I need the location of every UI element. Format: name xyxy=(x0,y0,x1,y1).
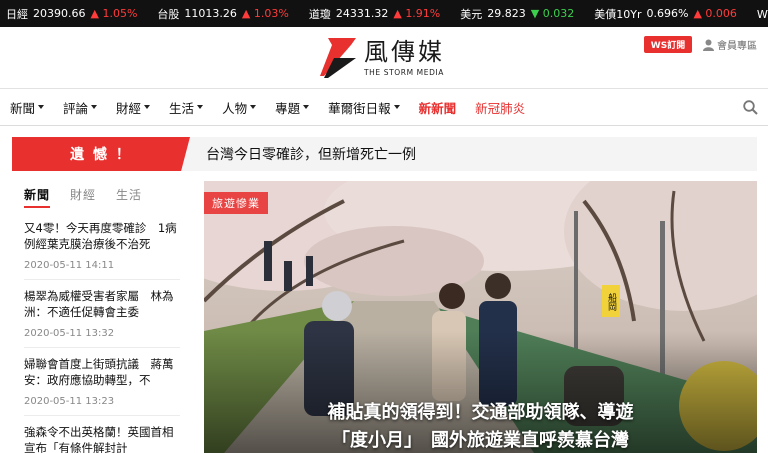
site-header: 風傳媒 THE STORM MEDIA WS訂閱 會員專區 xyxy=(0,27,768,89)
market-ticker: 日經 20390.66 ▲ 1.05% 台股 11013.26 ▲ 1.03% 道瓊 24… xyxy=(0,0,768,27)
list-item[interactable]: 楊翠為威權受害者家屬 林為洲：不適任促轉會主委 2020-05-11 13:32 xyxy=(24,288,180,348)
ticker-value: 0.696% xyxy=(646,7,689,20)
arrow-up-icon: ▲ xyxy=(241,7,251,20)
ticker-change: ▼ 0.032 xyxy=(530,7,575,20)
nav-item-life[interactable]: 生活 xyxy=(169,98,204,117)
hero-title-line2[interactable]: 「度小月」 國外旅遊業直呼羨慕台灣 xyxy=(204,427,757,453)
ticker-name: 台股 xyxy=(157,7,180,21)
divider xyxy=(24,347,180,348)
divider xyxy=(24,415,180,416)
caret-down-icon xyxy=(393,105,400,109)
ticker-value: 20390.66 xyxy=(33,7,86,20)
nav-item-topics[interactable]: 專題 xyxy=(275,98,310,117)
ticker-item[interactable]: 道瓊 24331.32 ▲ 1.91% xyxy=(309,6,440,22)
hero-story[interactable]: 船岡 旅遊慘業 補貼真的領得到！交通部助領隊、導遊 「度小月」 國外旅遊業直呼羨… xyxy=(204,181,757,453)
side-tabs: 新聞 財經 生活 xyxy=(24,186,162,208)
search-icon[interactable] xyxy=(743,100,758,115)
main-nav: 新聞 評論 財經 生活 人物 專題 華爾街日報 新新聞 新冠肺炎 xyxy=(0,89,768,126)
list-item[interactable]: 強森令不出英格蘭！英國首相宣布「有條件解封計 xyxy=(24,424,180,453)
list-item-title[interactable]: 楊翠為威權受害者家屬 林為洲：不適任促轉會主委 xyxy=(24,288,180,320)
caret-down-icon xyxy=(38,105,45,109)
tab-news[interactable]: 新聞 xyxy=(24,186,51,208)
breaking-news-bar[interactable]: 遺 憾 ！ 台灣今日零確診，但新增死亡一例 xyxy=(12,137,757,171)
list-item-date: 2020-05-11 14:11 xyxy=(24,260,115,271)
ticker-value: 24331.32 xyxy=(335,7,389,20)
ticker-value: 29.823 xyxy=(487,7,526,20)
hero-category-badge[interactable]: 旅遊慘業 xyxy=(204,192,268,214)
list-item[interactable]: 又4零！今天再度零確診 1病例經葉克膜治療後不治死 2020-05-11 14:… xyxy=(24,220,180,280)
storm-logo-icon xyxy=(320,38,356,78)
ticker-change: ▲ 0.006 xyxy=(693,7,737,20)
arrow-up-icon: ▲ xyxy=(393,7,402,20)
ticker-item[interactable]: 美元 29.823 ▼ 0.032 xyxy=(460,6,574,22)
list-item[interactable]: 婦聯會首度上街頭抗議 蔣萬安：政府應協助轉型，不 2020-05-11 13:2… xyxy=(24,356,180,416)
caret-down-icon xyxy=(250,105,257,109)
arrow-up-icon: ▲ xyxy=(90,7,99,20)
breaking-tag: 遺 憾 ！ xyxy=(12,137,190,171)
ticker-name: 道瓊 xyxy=(308,7,331,21)
ticker-name: 美元 xyxy=(460,7,483,21)
list-item-title[interactable]: 強森令不出英格蘭！英國首相宣布「有條件解封計 xyxy=(24,424,180,453)
ticker-item[interactable]: WTI原 xyxy=(757,6,768,22)
list-item-title[interactable]: 又4零！今天再度零確診 1病例經葉克膜治療後不治死 xyxy=(24,220,180,252)
ticker-value: 11013.26 xyxy=(184,7,237,20)
side-news-list: 又4零！今天再度零確診 1病例經葉克膜治療後不治死 2020-05-11 14:… xyxy=(24,220,180,453)
ticker-item[interactable]: 日經 20390.66 ▲ 1.05% xyxy=(6,6,137,22)
divider xyxy=(24,279,180,280)
ticker-change: ▲ 1.03% xyxy=(241,7,289,20)
logo-chinese-text: 風傳媒 xyxy=(364,38,445,66)
arrow-down-icon: ▼ xyxy=(530,7,540,20)
member-label: 會員專區 xyxy=(717,41,757,52)
member-area-link[interactable]: 會員專區 xyxy=(703,37,757,52)
ticker-name: 美債10Yr xyxy=(594,7,642,21)
list-item-title[interactable]: 婦聯會首度上街頭抗議 蔣萬安：政府應協助轉型，不 xyxy=(24,356,180,388)
arrow-up-icon: ▲ xyxy=(693,7,702,20)
nav-item-covid[interactable]: 新冠肺炎 xyxy=(475,98,525,117)
nav-item-wsj[interactable]: 華爾街日報 xyxy=(328,98,400,117)
logo-english-text: THE STORM MEDIA xyxy=(364,68,444,77)
ticker-item[interactable]: 台股 11013.26 ▲ 1.03% xyxy=(157,6,288,22)
list-item-date: 2020-05-11 13:32 xyxy=(24,328,115,339)
site-logo[interactable]: 風傳媒 THE STORM MEDIA xyxy=(318,36,445,78)
ticker-change: ▲ 1.05% xyxy=(90,7,138,20)
station-sign-text: 船岡 xyxy=(606,292,617,312)
caret-down-icon xyxy=(144,105,151,109)
user-icon xyxy=(703,39,714,51)
wsj-subscribe-button[interactable]: WS訂閱 xyxy=(644,36,692,53)
nav-item-finance[interactable]: 財經 xyxy=(116,98,151,117)
caret-down-icon xyxy=(197,105,204,109)
ticker-name: 日經 xyxy=(6,7,28,21)
caret-down-icon xyxy=(91,105,98,109)
tab-life[interactable]: 生活 xyxy=(116,186,142,208)
nav-item-new-news[interactable]: 新新聞 xyxy=(419,98,457,117)
nav-item-opinion[interactable]: 評論 xyxy=(63,98,98,117)
nav-item-people[interactable]: 人物 xyxy=(222,98,257,117)
list-item-date: 2020-05-11 13:23 xyxy=(24,396,115,407)
nav-item-news[interactable]: 新聞 xyxy=(10,98,45,117)
ticker-change: ▲ 1.91% xyxy=(393,7,441,20)
breaking-headline[interactable]: 台灣今日零確診，但新增死亡一例 xyxy=(206,137,416,171)
caret-down-icon xyxy=(303,105,310,109)
tab-finance[interactable]: 財經 xyxy=(70,186,96,208)
ticker-item[interactable]: 美債10Yr 0.696% ▲ 0.006 xyxy=(594,6,737,22)
hero-title-line1[interactable]: 補貼真的領得到！交通部助領隊、導遊 xyxy=(204,399,757,427)
ticker-name: WTI原 xyxy=(756,7,768,21)
